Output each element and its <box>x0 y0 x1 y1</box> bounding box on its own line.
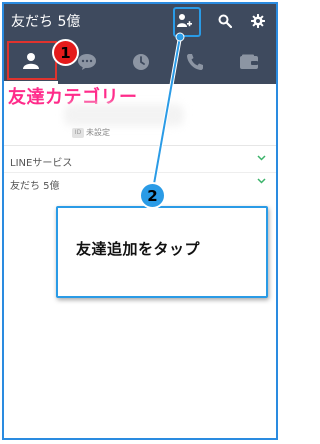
search-button[interactable] <box>213 9 237 33</box>
list-item-line-services[interactable]: LINEサービス <box>4 151 276 171</box>
screenshot-frame: 友だち 5億 1 友達カテゴリー ID 未設定 LINEサービス 友だち 5億 … <box>2 2 278 440</box>
section-divider <box>4 145 276 146</box>
tab-calls[interactable] <box>168 40 222 84</box>
add-friend-highlight <box>173 7 201 37</box>
chevron-down-icon <box>257 178 266 184</box>
friends-tab-highlight <box>7 41 57 80</box>
settings-button[interactable] <box>246 9 270 33</box>
row-divider <box>4 172 276 173</box>
step-badge-2: 2 <box>139 182 166 209</box>
tab-wallet[interactable] <box>222 40 276 84</box>
profile-status-text: 未設定 <box>86 128 110 137</box>
tab-timeline[interactable] <box>114 40 168 84</box>
phone-icon <box>187 54 203 70</box>
callout-text: 友達追加をタップ <box>76 240 201 258</box>
header-title: 友だち 5億 <box>11 14 81 30</box>
chevron-down-icon <box>257 155 266 161</box>
row-label: 友だち 5億 <box>10 181 60 192</box>
profile-name-blurred <box>64 104 184 126</box>
gear-icon <box>251 14 265 28</box>
step-badge-1: 1 <box>52 39 79 66</box>
profile-id-icon: ID <box>72 128 84 138</box>
clock-icon <box>133 54 149 70</box>
row-label: LINEサービス <box>10 158 73 169</box>
instruction-callout: 友達追加をタップ <box>56 206 268 298</box>
chat-bubble-icon <box>78 54 96 70</box>
wallet-icon <box>240 54 258 69</box>
app-header: 友だち 5億 <box>4 4 276 40</box>
search-icon <box>218 14 232 28</box>
